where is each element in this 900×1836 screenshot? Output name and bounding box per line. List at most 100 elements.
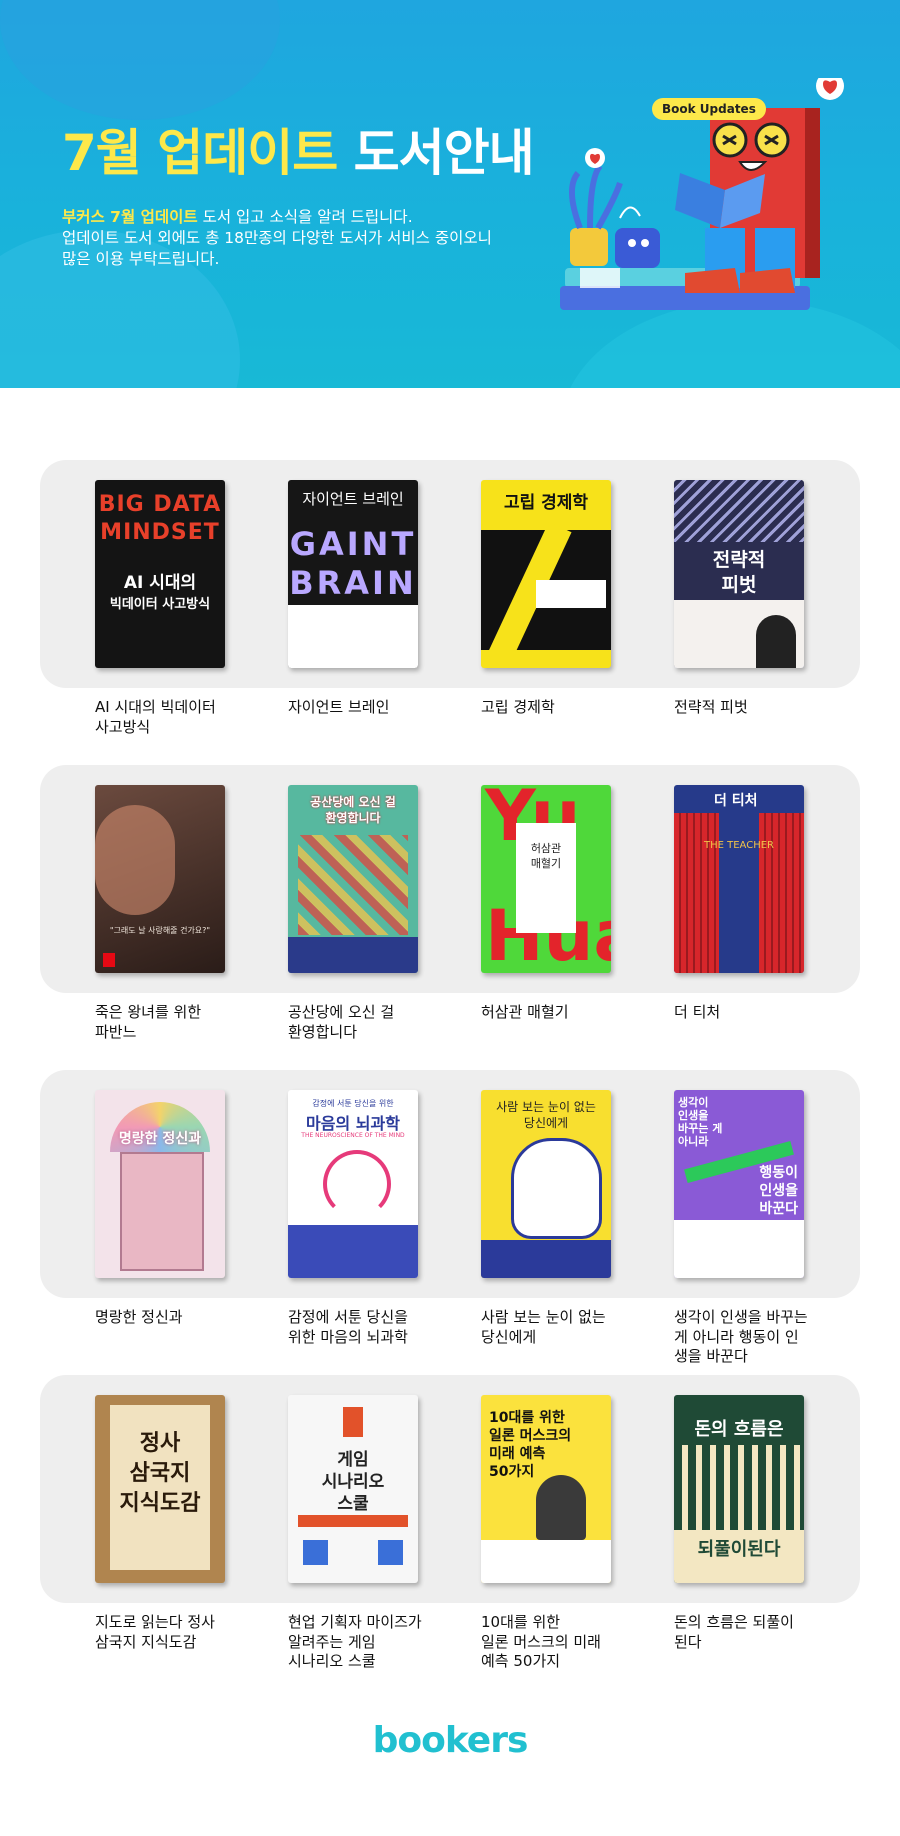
cover-icon-shape bbox=[303, 1540, 328, 1565]
netflix-logo-icon bbox=[103, 953, 115, 967]
cover-text: 인생을 bbox=[759, 1183, 798, 1199]
cover-band bbox=[288, 1225, 418, 1278]
intro-line-1: 부커스 7월 업데이트 도서 입고 소식을 알려 드립니다. bbox=[62, 207, 492, 228]
book-cover[interactable]: 감정에 서툰 당신을 위한 마음의 뇌과학 THE NEUROSCIENCE O… bbox=[288, 1090, 418, 1278]
cover-text: MINDSET bbox=[100, 520, 220, 545]
cover-text: 허삼관 bbox=[530, 842, 562, 855]
book-cover[interactable]: 명랑한 정신과 bbox=[95, 1090, 225, 1278]
cover-text: 전략적 bbox=[712, 549, 766, 571]
cover-portrait bbox=[536, 1475, 586, 1540]
cover-text: BRAIN bbox=[289, 564, 417, 602]
cover-label-box bbox=[536, 580, 606, 608]
cover-arc bbox=[323, 1150, 391, 1218]
book-title[interactable]: 허삼관 매혈기 bbox=[481, 1003, 631, 1023]
title-line: 자이언트 브레인 bbox=[288, 698, 390, 716]
title-line: 생을 바꾼다 bbox=[674, 1347, 748, 1365]
cover-band bbox=[481, 1540, 611, 1583]
cover-pattern bbox=[674, 1445, 804, 1530]
book-cover[interactable]: 고립 경제학 bbox=[481, 480, 611, 668]
book-title[interactable]: 더 티처 bbox=[674, 1003, 824, 1023]
cover-band bbox=[481, 1240, 611, 1278]
cover-text: "그래도 날 사랑해줄 건가요?" bbox=[109, 926, 211, 935]
book-title[interactable]: 생각이 인생을 바꾸는 게 아니라 행동이 인 생을 바꾼다 bbox=[674, 1308, 824, 1367]
title-line: 환영합니다 bbox=[288, 1022, 358, 1041]
book-cover[interactable]: 더 티처 THE TEACHER bbox=[674, 785, 804, 973]
cover-text: 정사 bbox=[139, 1431, 181, 1456]
cover-text: 피벗 bbox=[721, 574, 757, 596]
cover-text: 미래 예측 bbox=[489, 1446, 546, 1462]
book-title[interactable]: 돈의 흐름은 되풀이 된다 bbox=[674, 1613, 824, 1652]
title-line: 전략적 피벗 bbox=[674, 698, 748, 716]
title-line: 명랑한 정신과 bbox=[95, 1308, 183, 1326]
book-updates-badge: Book Updates bbox=[652, 98, 766, 120]
book-cover[interactable]: BIG DATA MINDSET AI 시대의 빅데이터 사고방식 bbox=[95, 480, 225, 668]
cover-text: 일론 머스크의 bbox=[489, 1428, 572, 1444]
book-title[interactable]: 고립 경제학 bbox=[481, 698, 631, 718]
book-cover[interactable]: 정사 삼국지 지식도감 bbox=[95, 1395, 225, 1583]
title-line: 시나리오 스쿨 bbox=[288, 1652, 376, 1670]
cover-text: BIG DATA bbox=[98, 492, 222, 517]
cover-text: 돈의 흐름은 bbox=[694, 1419, 784, 1440]
book-title[interactable]: AI 시대의 빅데이터 사고방식 bbox=[95, 698, 245, 737]
book-cover[interactable]: Yu Hua 허삼관 매혈기 bbox=[481, 785, 611, 973]
title-line: 알려주는 게임 bbox=[288, 1632, 376, 1651]
cover-portrait bbox=[95, 805, 175, 915]
book-cover[interactable]: 자이언트 브레인 GAINT BRAIN bbox=[288, 480, 418, 668]
cover-text: GAINT bbox=[289, 525, 417, 563]
book-cover[interactable]: 생각이 인생을 바꾸는 게 아니라 행동이 인생을 바꾼다 bbox=[674, 1090, 804, 1278]
book-cover[interactable]: 게임 시나리오 스쿨 bbox=[288, 1395, 418, 1583]
title-line: 된다 bbox=[674, 1632, 702, 1651]
book-title[interactable]: 사람 보는 눈이 없는 당신에게 bbox=[481, 1308, 631, 1347]
page-title: 7월 업데이트 도서안내 bbox=[62, 113, 535, 185]
decor-circle bbox=[0, 0, 280, 120]
book-title[interactable]: 현업 기획자 마이즈가 알려주는 게임 시나리오 스쿨 bbox=[288, 1613, 438, 1672]
cover-band bbox=[674, 1220, 804, 1278]
book-title[interactable]: 10대를 위한 일론 머스크의 미래 예측 50가지 bbox=[481, 1613, 631, 1672]
title-line: 삼국지 지식도감 bbox=[95, 1632, 197, 1651]
book-title[interactable]: 지도로 읽는다 정사 삼국지 지식도감 bbox=[95, 1613, 245, 1652]
cover-text: 바꾼다 bbox=[759, 1201, 798, 1217]
title-line: 지도로 읽는다 정사 bbox=[95, 1613, 215, 1631]
book-title[interactable]: 공산당에 오신 걸 환영합니다 bbox=[288, 1003, 438, 1042]
cover-face bbox=[511, 1138, 602, 1239]
title-line: 사람 보는 눈이 없는 bbox=[481, 1308, 606, 1326]
book-title[interactable]: 전략적 피벗 bbox=[674, 698, 824, 718]
cover-text: THE TEACHER bbox=[704, 840, 774, 851]
intro-line-3: 많은 이용 부탁드립니다. bbox=[62, 250, 220, 268]
title-line: 파반느 bbox=[95, 1022, 137, 1041]
intro-text: 부커스 7월 업데이트 도서 입고 소식을 알려 드립니다. 업데이트 도서 외… bbox=[62, 207, 492, 270]
title-rest: 도서안내 bbox=[353, 124, 535, 182]
title-line: 현업 기획자 마이즈가 bbox=[288, 1613, 422, 1631]
cover-text: 10대를 위한 bbox=[489, 1410, 565, 1426]
book-title[interactable]: 자이언트 브레인 bbox=[288, 698, 438, 718]
book-cover[interactable]: 공산당에 오신 걸 환영합니다 bbox=[288, 785, 418, 973]
cover-band bbox=[288, 937, 418, 973]
book-title[interactable]: 명랑한 정신과 bbox=[95, 1308, 245, 1328]
cover-text: 지식도감 bbox=[119, 1491, 201, 1516]
cover-text: 고립 경제학 bbox=[503, 493, 589, 513]
title-line: 고립 경제학 bbox=[481, 698, 555, 716]
book-cover[interactable]: "그래도 날 사랑해줄 건가요?" bbox=[95, 785, 225, 973]
hero-banner: 7월 업데이트 도서안내 부커스 7월 업데이트 도서 입고 소식을 알려 드립… bbox=[0, 0, 900, 388]
title-line: 게 아니라 행동이 인 bbox=[674, 1327, 799, 1346]
title-line: 생각이 인생을 바꾸는 bbox=[674, 1308, 808, 1326]
book-title[interactable]: 감정에 서툰 당신을 위한 마음의 뇌과학 bbox=[288, 1308, 438, 1347]
bookers-logo: bookers bbox=[372, 1720, 529, 1761]
title-line: 돈의 흐름은 되풀이 bbox=[674, 1613, 794, 1631]
book-cover[interactable]: 사람 보는 눈이 없는 당신에게 bbox=[481, 1090, 611, 1278]
cover-text: 명랑한 정신과 bbox=[118, 1131, 202, 1147]
title-line: 예측 50가지 bbox=[481, 1652, 561, 1670]
cover-text: 감정에 서툰 당신을 위한 bbox=[312, 1099, 394, 1108]
book-cover[interactable]: 전략적 피벗 bbox=[674, 480, 804, 668]
intro-highlight: 부커스 7월 업데이트 bbox=[62, 208, 198, 226]
book-cover[interactable]: 돈의 흐름은 되풀이된다 bbox=[674, 1395, 804, 1583]
cover-portrait bbox=[756, 615, 796, 668]
cover-lockers bbox=[759, 813, 804, 973]
book-cover[interactable]: 10대를 위한 일론 머스크의 미래 예측 50가지 bbox=[481, 1395, 611, 1583]
title-line: 당신에게 bbox=[481, 1327, 537, 1346]
cover-icon-shape bbox=[343, 1407, 363, 1437]
cover-text: 환영합니다 bbox=[325, 811, 381, 825]
cover-text: 사람 보는 눈이 없는 bbox=[496, 1100, 596, 1114]
intro-line-2: 업데이트 도서 외에도 총 18만종의 다양한 도서가 서비스 중이오니 bbox=[62, 229, 492, 247]
book-title[interactable]: 죽은 왕녀를 위한 파반느 bbox=[95, 1003, 245, 1042]
